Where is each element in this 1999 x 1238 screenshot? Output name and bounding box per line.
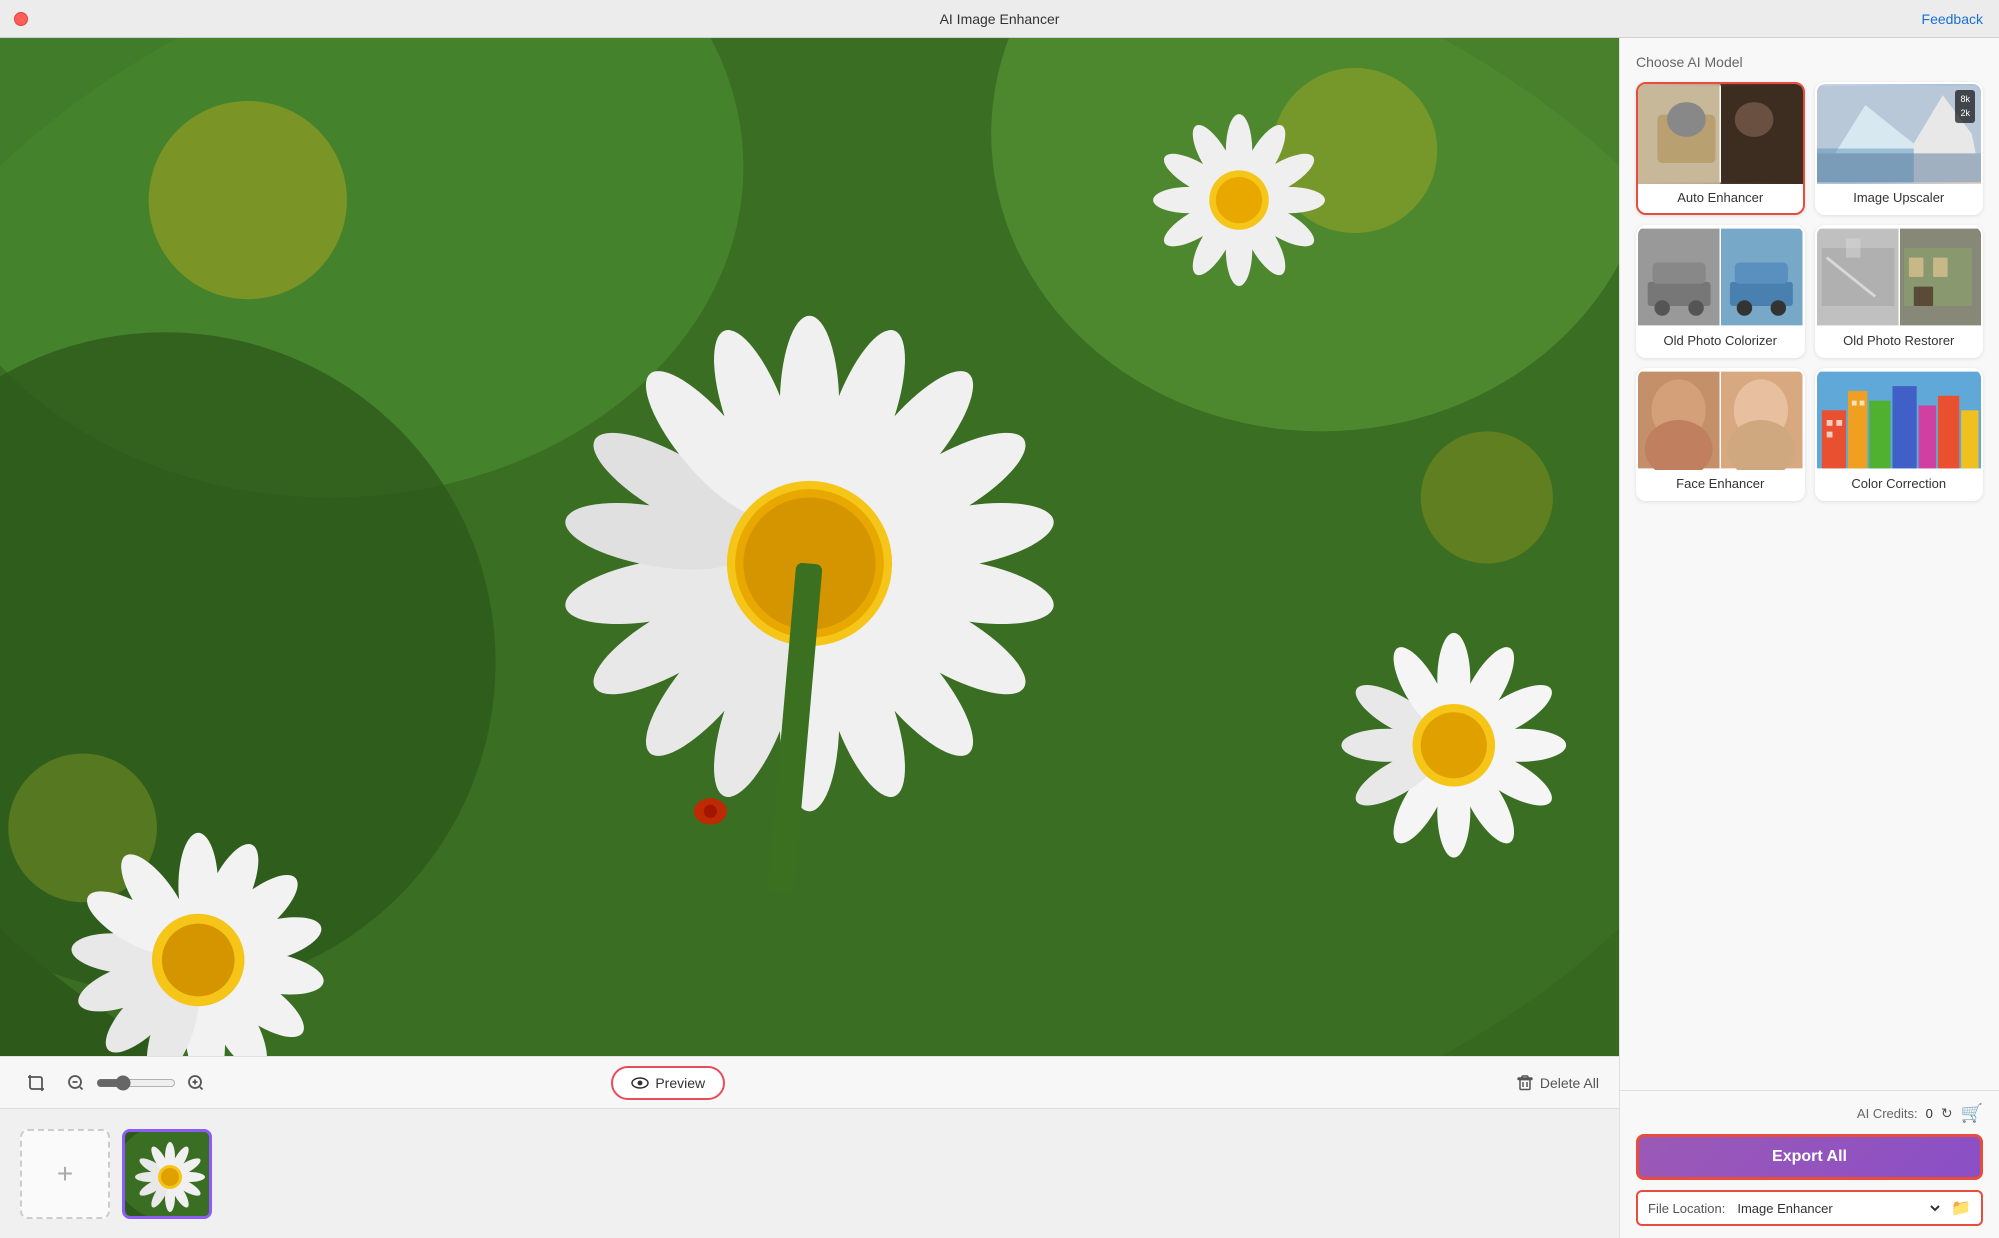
upscaler-thumb: 8k2k — [1817, 84, 1982, 184]
trash-icon — [1516, 1074, 1534, 1092]
credits-label: AI Credits: — [1857, 1106, 1918, 1121]
zoom-in-button[interactable] — [180, 1067, 212, 1099]
upscaler-badge: 8k2k — [1955, 90, 1975, 123]
model-card-auto-enhancer[interactable]: Auto Enhancer — [1636, 82, 1805, 215]
restorer-label: Old Photo Restorer — [1817, 327, 1982, 356]
main-layout: Preview Delete All + — [0, 38, 1999, 1238]
zoom-slider[interactable] — [96, 1075, 176, 1091]
file-location-label: File Location: — [1648, 1201, 1725, 1216]
zoom-group — [60, 1067, 212, 1099]
preview-label: Preview — [655, 1075, 705, 1091]
crop-tool-group — [20, 1067, 52, 1099]
model-card-color-correction[interactable]: Color Correction — [1815, 368, 1984, 501]
colorizer-label: Old Photo Colorizer — [1638, 327, 1803, 356]
delete-all-label: Delete All — [1540, 1075, 1599, 1091]
feedback-link[interactable]: Feedback — [1922, 11, 1983, 27]
titlebar: AI Image Enhancer Feedback — [0, 0, 1999, 38]
left-panel: Preview Delete All + — [0, 38, 1619, 1238]
file-location-select[interactable]: Image Enhancer Desktop Documents Downloa… — [1733, 1200, 1943, 1217]
cart-icon[interactable]: 🛒 — [1961, 1103, 1983, 1124]
filmstrip: + — [0, 1108, 1619, 1238]
color-correction-thumb — [1817, 370, 1982, 470]
delete-all-button[interactable]: Delete All — [1516, 1074, 1599, 1092]
color-correction-label: Color Correction — [1817, 470, 1982, 499]
file-location-row: File Location: Image Enhancer Desktop Do… — [1636, 1190, 1983, 1226]
app-title: AI Image Enhancer — [940, 11, 1060, 27]
model-card-image-upscaler[interactable]: 8k2k Image Upscaler — [1815, 82, 1984, 215]
crop-button[interactable] — [20, 1067, 52, 1099]
preview-button[interactable]: Preview — [611, 1066, 725, 1100]
face-enhancer-label: Face Enhancer — [1638, 470, 1803, 499]
face-enhancer-thumb — [1638, 370, 1803, 470]
colorizer-thumb — [1638, 227, 1803, 327]
folder-icon[interactable]: 📁 — [1951, 1198, 1971, 1218]
zoom-out-button[interactable] — [60, 1067, 92, 1099]
right-panel-bottom: AI Credits: 0 ↻ 🛒 Export All File Locati… — [1620, 1090, 1999, 1238]
export-all-button[interactable]: Export All — [1636, 1134, 1983, 1180]
add-image-button[interactable]: + — [20, 1129, 110, 1219]
main-image — [0, 38, 1619, 1056]
credits-value: 0 — [1926, 1106, 1933, 1121]
credits-row: AI Credits: 0 ↻ 🛒 — [1636, 1103, 1983, 1124]
refresh-icon[interactable]: ↻ — [1941, 1105, 1953, 1122]
model-card-old-photo-restorer[interactable]: Old Photo Restorer — [1815, 225, 1984, 358]
image-canvas — [0, 38, 1619, 1056]
eye-icon — [631, 1074, 649, 1092]
image-toolbar: Preview Delete All — [0, 1056, 1619, 1108]
model-card-old-photo-colorizer[interactable]: Old Photo Colorizer — [1636, 225, 1805, 358]
close-button[interactable] — [14, 12, 28, 26]
right-panel: Choose AI Model — [1619, 38, 1999, 1238]
model-selection-area: Choose AI Model — [1620, 38, 1999, 1090]
choose-model-label: Choose AI Model — [1636, 54, 1983, 70]
model-card-face-enhancer[interactable]: Face Enhancer — [1636, 368, 1805, 501]
model-grid: Auto Enhancer 8k2k — [1636, 82, 1983, 501]
auto-enhancer-thumb — [1638, 84, 1803, 184]
auto-enhancer-label: Auto Enhancer — [1638, 184, 1803, 213]
filmstrip-thumb-1[interactable] — [122, 1129, 212, 1219]
upscaler-label: Image Upscaler — [1817, 184, 1982, 213]
restorer-thumb — [1817, 227, 1982, 327]
